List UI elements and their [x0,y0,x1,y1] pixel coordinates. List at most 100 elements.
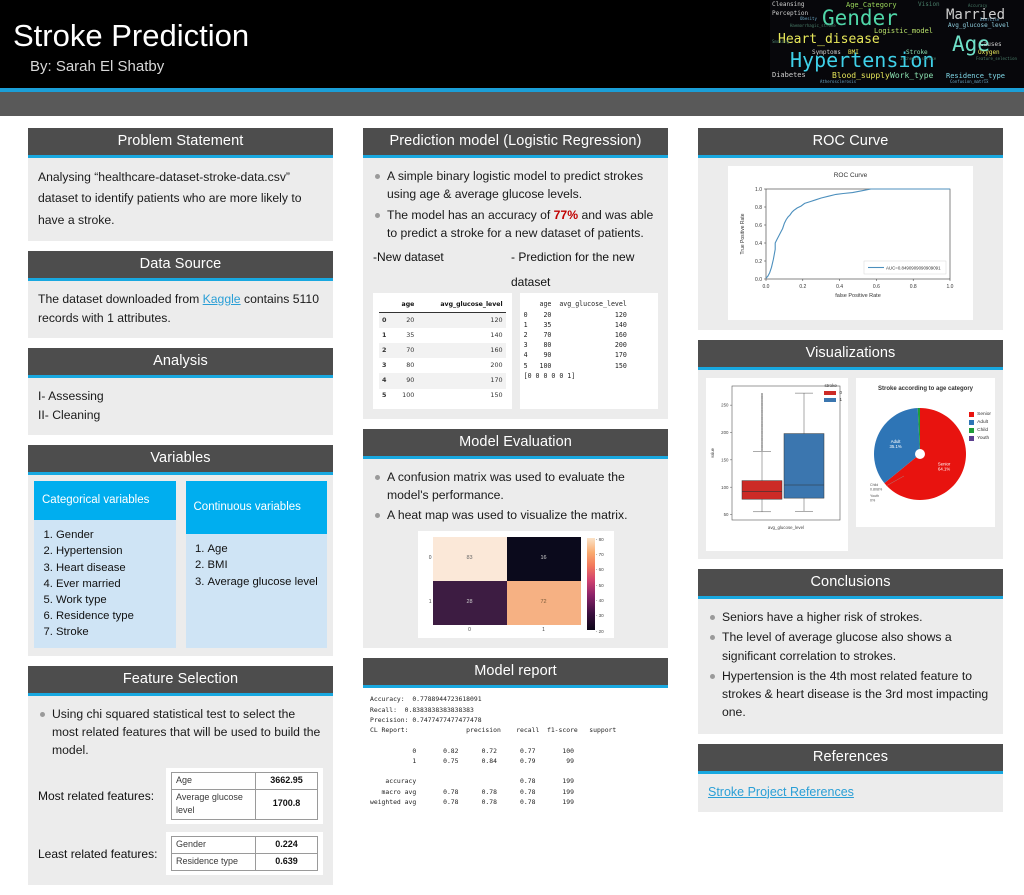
list-item: Age [208,541,328,557]
references-link[interactable]: Stroke Project References [708,785,854,799]
feature-name: Gender [171,836,256,855]
continuous-variables-title: Continuous variables [185,480,327,535]
table-row: 0 20 120 [379,312,506,329]
table-cell: 90 [393,373,418,389]
colorbar-tick: - 40 [595,597,604,603]
section-model-report: Model report Accuracy: 0.778894472361809… [363,658,668,814]
table-row: Average glucose level 1700.8 [171,788,318,821]
legend-swatch-1 [824,397,837,402]
list-item: A heat map was used to visualize the mat… [373,506,658,524]
dataset-tables: age avg_glucose_level 0 20 120 1 35 140 2 70 160 3 8… [373,293,658,409]
heatmap-xtick: 1 [542,626,545,633]
categorical-variables-list: GenderHypertensionHeart diseaseEver marr… [56,527,176,639]
heatmap-row: 28 72 [432,580,581,625]
model-evaluation-body: A confusion matrix was used to evaluate … [363,458,668,649]
section-title-data-source: Data Source [28,251,333,279]
middle-column: Prediction model (Logistic Regression) A… [363,128,668,823]
wordcloud-image: Gender Hypertension Age Married Heart_diseas… [770,0,1024,88]
boxplot-legend-item: 1 [824,397,842,402]
table-cell: 70 [393,343,418,359]
wordcloud-word: Diabetes [772,71,806,79]
wordcloud-word: Logistic_model [874,27,934,35]
pie-legend-item: Senior [969,412,991,417]
roc-ytick: 0.8 [755,205,762,211]
pie-small-label: Youth [870,494,879,498]
list-item: A simple binary logistic model to predic… [373,167,658,204]
roc-ytick: 0.0 [755,277,762,283]
pie-legend-item: Youth [969,436,991,441]
list-item: Gender [56,527,176,543]
roc-ytick: 0.6 [755,223,762,229]
prediction-model-bullets: A simple binary logistic model to predic… [373,167,658,242]
section-prediction-model: Prediction model (Logistic Regression) A… [363,128,668,419]
table-row: 3 80 200 [379,358,506,373]
legend-swatch [969,420,975,425]
roc-plot-panel: ROC Curve 0.0 0.2 0.4 0.6 0.8 1.0 0.0 0.2 0.4 0.6… [728,166,973,320]
banner-gray-bar [0,92,1024,116]
section-roc-curve: ROC Curve ROC Curve 0.0 0.2 0.4 0.6 0.8 1.0 0.… [698,128,1003,330]
boxplot-ytick: 50 [724,512,729,517]
table-row: 1 35 140 [379,328,506,343]
section-feature-selection: Feature Selection Using chi squared stat… [28,665,333,886]
least-related-row: Least related features: Gender 0.224 Resid… [38,832,323,876]
pie-small-label: Child [870,483,878,487]
wordcloud-word: Obesity [800,16,817,21]
table-row: 4 90 170 [379,373,506,389]
analysis-item: I- Assessing [38,388,104,403]
wordcloud-word: Vision [918,1,940,8]
boxplot-xlabel: avg_glucose_level [768,525,804,530]
list-item: Ever married [56,576,176,592]
table-cell: 140 [490,330,503,339]
pie-legend-item: Adult [969,420,991,425]
legend-swatch [969,428,975,433]
legend-label: Child [977,428,989,433]
colorbar-tick: - 60 [595,567,604,573]
prediction-caption-line1: - Prediction for the new [511,250,635,265]
roc-ylabel: True Positive Rate [740,213,746,254]
heatmap-plot: 83 16 28 72 0 1 [432,536,581,635]
feature-selection-body: Using chi squared statistical test to se… [28,695,333,886]
section-variables: Variables Categorical variables GenderHy… [28,444,333,656]
list-item: Using chi squared statistical test to se… [38,705,323,760]
prediction-output-block: age avg_glucose_level 0 20 120 1 35 140 … [519,293,658,409]
wordcloud-word: Exercise [980,17,1000,22]
feature-score: 3662.95 [255,771,318,790]
colorbar-tick: - 30 [595,613,604,619]
new-dataset-caption: -New dataset [373,250,444,265]
feature-name: Average glucose level [171,788,256,821]
kaggle-link[interactable]: Kaggle [203,292,241,306]
data-source-text: The dataset downloaded from Kaggle conta… [28,281,333,338]
wordcloud-word: Ischemic_stroke [900,56,937,61]
heatmap-row: 83 16 [432,536,581,581]
wordcloud-word: Accuracy [968,3,988,8]
section-title-problem-statement: Problem Statement [28,128,333,155]
heatmap-ytick: 1 [428,598,432,605]
column-header: avg_glucose_level [417,298,506,313]
section-title-analysis: Analysis [28,347,333,375]
table-cell: 1 [382,330,387,339]
section-title-conclusions: Conclusions [698,569,1003,596]
least-related-table: Gender 0.224 Residence type 0.639 [171,836,318,872]
most-related-table: Age 3662.95 Average glucose level 1700.8 [171,771,318,821]
heatmap-colorbar-ticks: - 80 - 70 - 60 - 50 - 40 - 30 - 20 [595,537,610,634]
legend-label: Youth [977,436,990,441]
accuracy-text-pre: The model has an accuracy of [387,207,554,222]
roc-xtick: 0.6 [873,284,880,290]
roc-xtick: 0.4 [836,284,843,290]
feature-name: Age [171,771,256,790]
section-title-roc-curve: ROC Curve [698,128,1003,155]
legend-label: Senior [977,412,991,417]
table-row: Age 3662.95 [171,771,318,790]
table-row: Gender 0.224 [171,836,318,855]
wordcloud-word: Causes [980,41,1002,48]
most-related-row: Most related features: Age 3662.95 Average… [38,767,323,825]
dataset-captions: -New dataset - Prediction for the new da… [373,248,658,291]
prediction-caption-line2: dataset [511,274,551,289]
author-byline: By: Sarah El Shatby [30,58,165,75]
boxplot-legend-item: 0 [824,390,842,395]
table-cell: 5 [382,391,387,400]
legend-swatch [969,412,975,417]
least-related-table-wrap: Gender 0.224 Residence type 0.639 [166,832,323,876]
feature-score: 1700.8 [255,788,318,821]
wordcloud-word: Feature_selection [976,56,1017,61]
